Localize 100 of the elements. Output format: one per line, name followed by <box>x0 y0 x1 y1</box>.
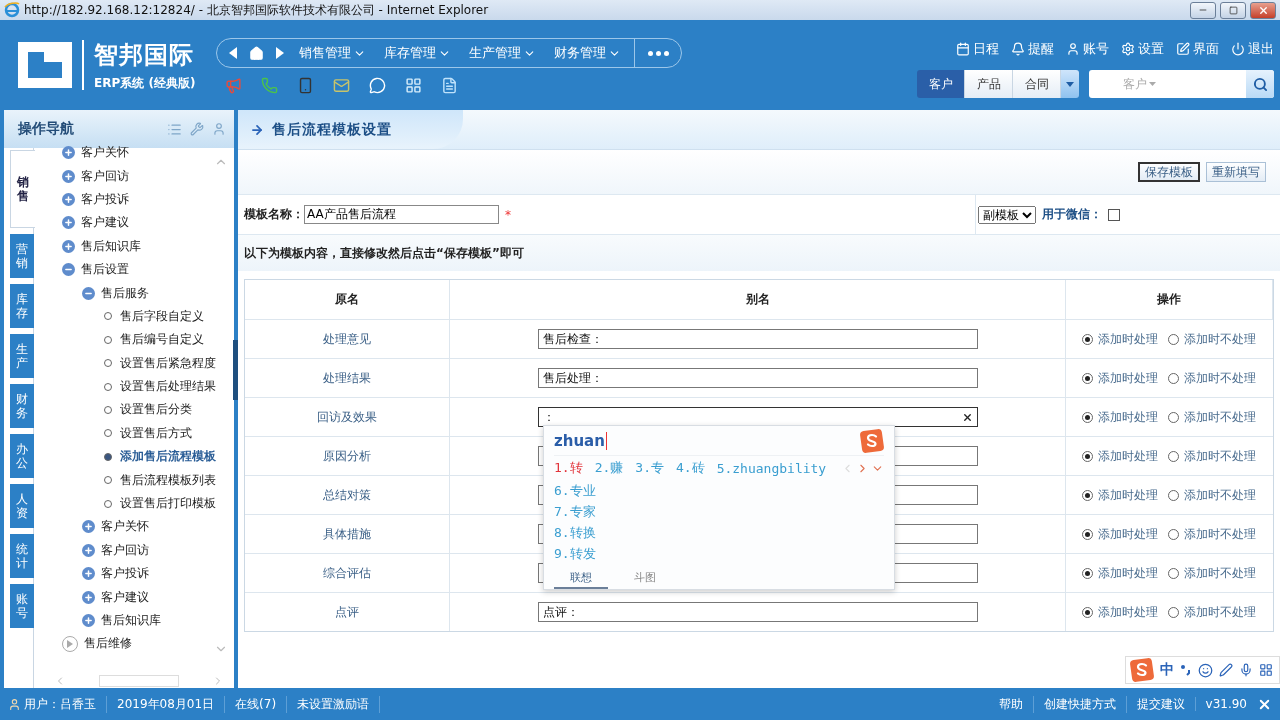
punctuation-icon[interactable] <box>1180 664 1192 676</box>
list-icon[interactable] <box>167 121 182 137</box>
expand-icon[interactable] <box>82 614 95 627</box>
radio-option[interactable]: 添加时不处理 <box>1168 408 1256 426</box>
dropdown-button[interactable] <box>1061 70 1079 98</box>
wrench-icon[interactable] <box>190 121 204 136</box>
alias-field[interactable]: ： <box>538 407 978 427</box>
radio-icon[interactable] <box>1082 567 1093 579</box>
tree-item[interactable]: 售后编号自定义 <box>120 331 204 349</box>
radio-option[interactable]: 添加时处理 <box>1082 525 1158 543</box>
alias-field[interactable]: 点评： <box>538 602 978 622</box>
radio-icon[interactable] <box>1082 489 1093 501</box>
tree-item[interactable]: 添加售后流程模板 <box>120 448 216 466</box>
radio-option[interactable]: 添加时处理 <box>1082 603 1158 621</box>
side-tab[interactable]: 统计 <box>10 534 34 578</box>
tree-item[interactable]: 设置售后分类 <box>120 401 192 419</box>
radio-option[interactable]: 添加时不处理 <box>1168 564 1256 582</box>
radio-option[interactable]: 添加时处理 <box>1082 564 1158 582</box>
search-tab[interactable]: 合同 <box>1013 70 1061 98</box>
collapse-handle[interactable] <box>233 340 238 400</box>
alias-field[interactable]: 售后处理： <box>538 368 978 388</box>
expand-icon[interactable] <box>82 590 95 604</box>
expand-icon[interactable] <box>62 192 75 206</box>
side-tab[interactable]: 库存 <box>10 284 34 328</box>
radio-option[interactable]: 添加时处理 <box>1082 369 1158 387</box>
expand-icon[interactable] <box>62 146 75 160</box>
radio-option[interactable]: 添加时处理 <box>1082 486 1158 504</box>
header-link[interactable]: 日程 <box>956 40 999 58</box>
tree-item[interactable]: 客户关怀 <box>101 518 149 536</box>
side-tab[interactable]: 人资 <box>10 484 34 528</box>
nav-menu[interactable]: 财务管理 <box>549 44 626 62</box>
ime-tab[interactable]: 斗图 <box>618 570 672 589</box>
radio-icon[interactable] <box>1168 450 1179 462</box>
tree-item[interactable]: 售后设置 <box>81 261 129 279</box>
expand-icon[interactable] <box>62 216 75 230</box>
tree-item[interactable]: 客户投诉 <box>101 565 149 583</box>
radio-option[interactable]: 添加时不处理 <box>1168 486 1256 504</box>
status-link[interactable]: 提交建议 <box>1125 695 1195 713</box>
alias-field[interactable]: 售后检查： <box>538 329 978 349</box>
tree-item[interactable]: 设置售后方式 <box>120 424 192 442</box>
tree-item[interactable]: 设置售后处理结果 <box>120 378 216 396</box>
tree-item[interactable]: 售后知识库 <box>101 612 161 629</box>
radio-option[interactable]: 添加时不处理 <box>1168 603 1256 621</box>
tree-item[interactable]: 客户建议 <box>81 214 129 232</box>
back-button[interactable] <box>227 47 239 59</box>
side-tab[interactable]: 账号 <box>10 584 34 628</box>
clear-icon[interactable] <box>962 411 973 423</box>
close-button[interactable] <box>1250 1 1276 19</box>
ime-candidate[interactable]: 5.zhuangbility <box>716 460 827 476</box>
ime-candidate[interactable]: 9.转发 <box>554 544 596 563</box>
header-link[interactable]: 设置 <box>1121 40 1164 58</box>
status-link[interactable]: v31.90 <box>1194 697 1257 711</box>
header-link[interactable]: 提醒 <box>1011 40 1054 58</box>
radio-icon[interactable] <box>1082 333 1093 345</box>
radio-icon[interactable] <box>1168 372 1179 384</box>
minimize-button[interactable] <box>1190 1 1216 19</box>
radio-icon[interactable] <box>1168 411 1179 423</box>
mic-icon[interactable] <box>1239 663 1253 677</box>
expand-icon[interactable] <box>82 520 95 534</box>
radio-icon[interactable] <box>1082 528 1093 540</box>
tree-item[interactable]: 售后服务 <box>101 284 149 302</box>
tree-item[interactable]: 客户回访 <box>101 541 149 559</box>
expand-icon[interactable] <box>62 169 75 183</box>
ime-candidate[interactable]: 1.转 <box>554 459 583 477</box>
ime-mode[interactable]: 中 <box>1160 661 1174 679</box>
restore-button[interactable] <box>1220 1 1246 19</box>
side-tab[interactable]: 办公 <box>10 434 34 478</box>
tree-item[interactable]: 售后流程模板列表 <box>120 471 216 489</box>
radio-icon[interactable] <box>1082 372 1093 384</box>
save-button[interactable]: 保存模板 <box>1138 162 1200 182</box>
tree-item[interactable]: 设置售后紧急程度 <box>120 354 216 372</box>
tree-item[interactable]: 售后字段自定义 <box>120 307 204 325</box>
side-tab[interactable]: 财务 <box>10 384 34 428</box>
expand-icon[interactable] <box>62 239 75 253</box>
side-tab[interactable]: 生产 <box>10 334 34 378</box>
ime-candidate[interactable]: 8.转换 <box>554 523 596 542</box>
nav-menu[interactable]: 销售管理 <box>294 44 371 62</box>
ime-candidate[interactable]: 2.赚 <box>594 459 624 477</box>
header-link[interactable]: 界面 <box>1176 40 1219 58</box>
header-link[interactable]: 账号 <box>1066 40 1109 58</box>
search-button[interactable] <box>1246 70 1274 98</box>
collapse-icon[interactable] <box>62 263 75 277</box>
radio-option[interactable]: 添加时不处理 <box>1168 447 1256 465</box>
wechat-checkbox[interactable] <box>1108 208 1120 221</box>
status-link[interactable]: 帮助 <box>988 695 1033 713</box>
expand-icon[interactable] <box>82 567 95 581</box>
radio-icon[interactable] <box>1082 606 1093 618</box>
side-tab[interactable]: 销售 <box>10 150 35 228</box>
radio-icon[interactable] <box>1168 606 1179 618</box>
collapse-icon[interactable] <box>82 286 95 300</box>
template-name-field[interactable]: AA产品售后流程 <box>304 205 499 224</box>
ime-tab[interactable]: 联想 <box>554 570 608 589</box>
radio-icon[interactable] <box>1168 489 1179 501</box>
search-tab[interactable]: 产品 <box>965 70 1013 98</box>
nav-menu[interactable]: 库存管理 <box>379 44 456 62</box>
tree-item[interactable]: 客户回访 <box>81 167 129 185</box>
radio-icon[interactable] <box>1168 528 1179 540</box>
radio-icon[interactable] <box>1082 450 1093 462</box>
search-tab[interactable]: 客户 <box>917 70 965 98</box>
nav-menu[interactable]: 生产管理 <box>464 44 541 62</box>
